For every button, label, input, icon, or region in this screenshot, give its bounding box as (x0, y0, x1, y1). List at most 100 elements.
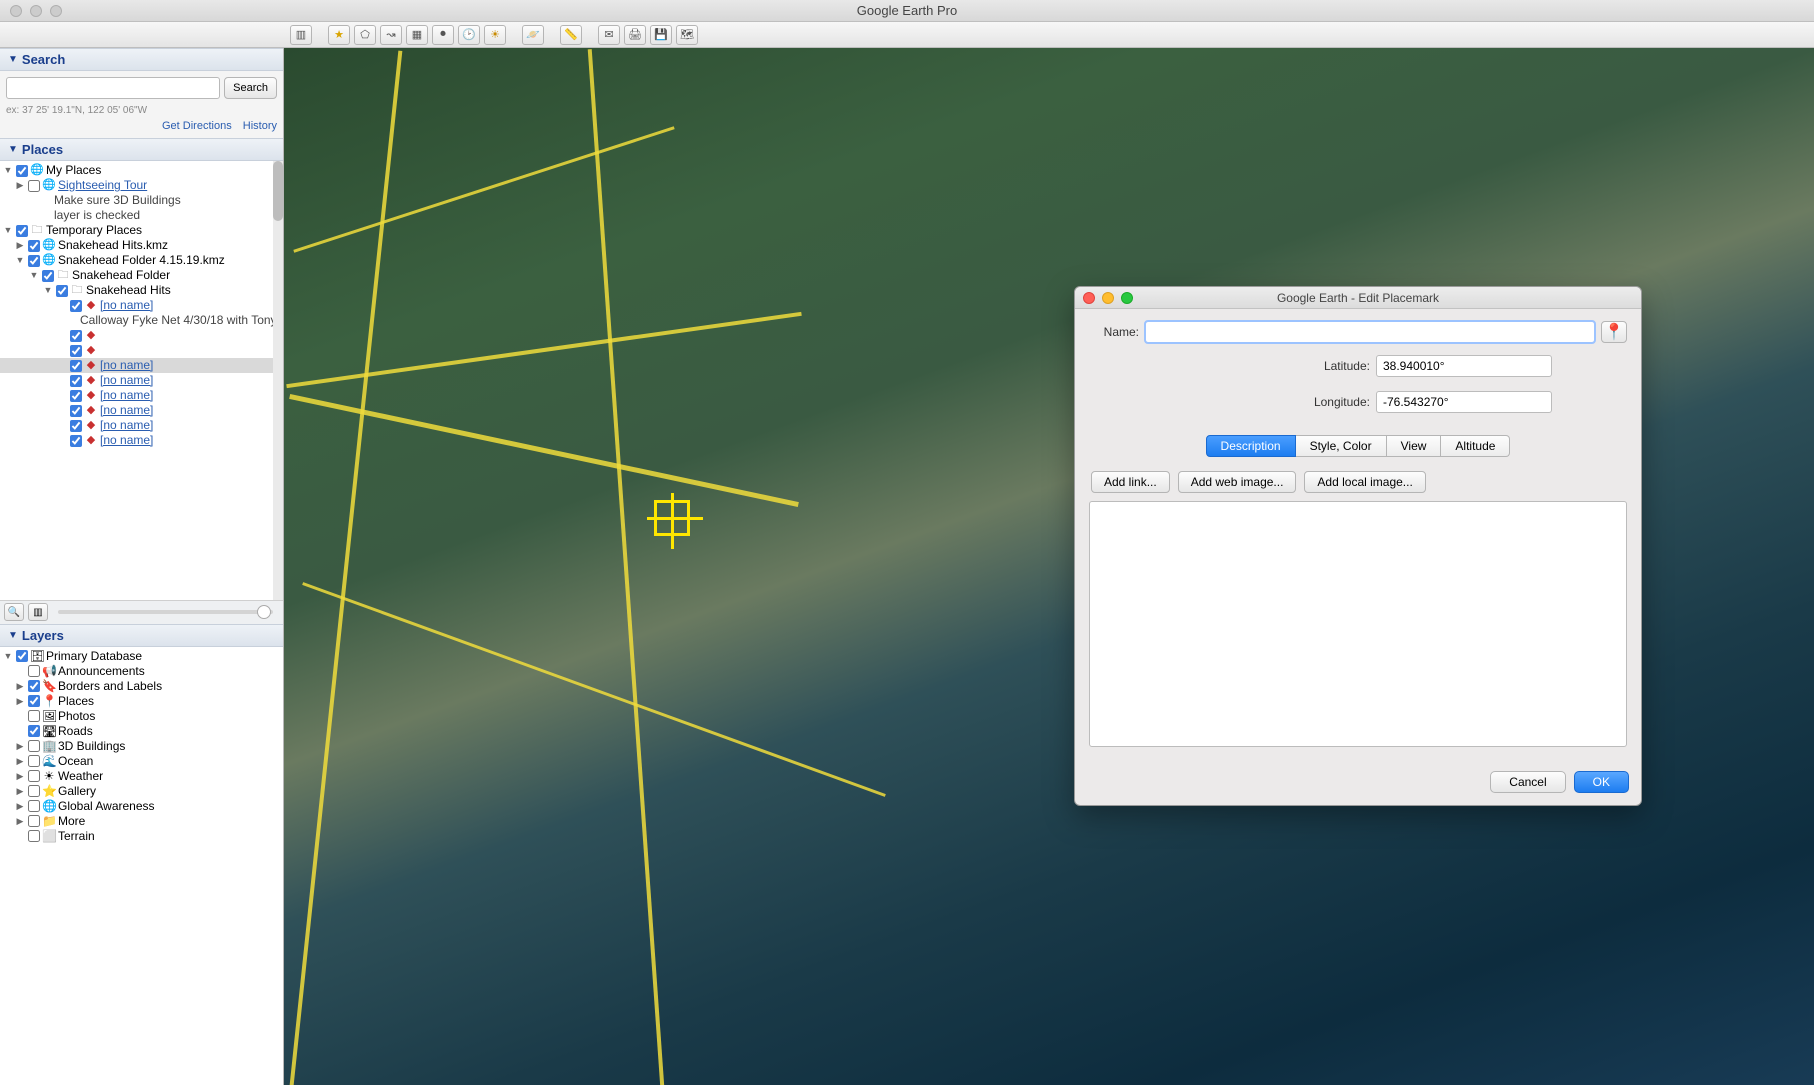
label[interactable]: Sightseeing Tour (58, 178, 147, 193)
tree-row[interactable]: ◆[no name] (0, 358, 283, 373)
checkbox[interactable] (70, 300, 82, 312)
places-panel-toggle-icon[interactable]: ▥ (28, 603, 48, 621)
tree-row[interactable]: ▶🔖Borders and Labels (0, 679, 283, 694)
places-tree[interactable]: ▼🌐 My Places ▶🌐 Sightseeing Tour Make su… (0, 161, 283, 600)
add-web-image-button[interactable]: Add web image... (1178, 471, 1297, 493)
checkbox[interactable] (28, 240, 40, 252)
checkbox[interactable] (42, 270, 54, 282)
label[interactable]: [no name] (100, 433, 153, 448)
search-button[interactable]: Search (224, 77, 277, 99)
checkbox[interactable] (16, 650, 28, 662)
dialog-titlebar[interactable]: Google Earth - Edit Placemark (1075, 287, 1641, 309)
tree-row[interactable]: ▶🌐 Snakehead Hits.kmz (0, 238, 283, 253)
tree-row-temporary[interactable]: ▼🗀 Temporary Places (0, 223, 283, 238)
toolbar-add-path[interactable]: ↝ (380, 25, 402, 45)
checkbox[interactable] (28, 815, 40, 827)
label[interactable]: [no name] (100, 298, 153, 313)
placemark-icon-button[interactable]: 📍 (1601, 321, 1627, 343)
layers-panel-header[interactable]: ▼ Layers (0, 624, 283, 647)
tree-row[interactable]: ◆ (0, 328, 283, 343)
checkbox[interactable] (16, 225, 28, 237)
get-directions-link[interactable]: Get Directions (162, 120, 232, 132)
label[interactable]: [no name] (100, 373, 153, 388)
tree-row-primary-db[interactable]: ▼🗄 Primary Database (0, 649, 283, 664)
toolbar-sunlight[interactable]: ☀ (484, 25, 506, 45)
tab-description[interactable]: Description (1206, 435, 1296, 457)
tree-row[interactable]: ▶🌊Ocean (0, 754, 283, 769)
latitude-input[interactable] (1376, 355, 1552, 377)
checkbox[interactable] (28, 255, 40, 267)
tab-style-color[interactable]: Style, Color (1296, 435, 1387, 457)
tree-row[interactable]: 🛣Roads (0, 724, 283, 739)
name-input[interactable] (1145, 321, 1595, 343)
tree-row[interactable]: ▶📁More (0, 814, 283, 829)
tree-row[interactable]: ▼🌐 Snakehead Folder 4.15.19.kmz (0, 253, 283, 268)
toolbar-save-image[interactable]: 💾 (650, 25, 672, 45)
tab-altitude[interactable]: Altitude (1441, 435, 1510, 457)
toolbar-add-polygon[interactable]: ⬠ (354, 25, 376, 45)
places-search-icon[interactable]: 🔍 (4, 603, 24, 621)
tab-view[interactable]: View (1387, 435, 1442, 457)
tree-row[interactable]: ◆[no name] (0, 388, 283, 403)
toolbar-view-in-maps[interactable]: 🗺 (676, 25, 698, 45)
checkbox[interactable] (28, 770, 40, 782)
label[interactable]: [no name] (100, 388, 153, 403)
tree-row-sightseeing[interactable]: ▶🌐 Sightseeing Tour (0, 178, 283, 193)
tree-row[interactable]: ▼🗀 Snakehead Hits (0, 283, 283, 298)
toolbar-sidebar-toggle[interactable]: ▥ (290, 25, 312, 45)
tree-row[interactable]: ⬜Terrain (0, 829, 283, 844)
checkbox[interactable] (28, 725, 40, 737)
checkbox[interactable] (70, 360, 82, 372)
tree-row[interactable]: ◆[no name] (0, 418, 283, 433)
ok-button[interactable]: OK (1574, 771, 1629, 793)
toolbar-record-tour[interactable]: ⏺ (432, 25, 454, 45)
checkbox[interactable] (70, 405, 82, 417)
checkbox[interactable] (28, 830, 40, 842)
tree-row[interactable]: ▶🏢3D Buildings (0, 739, 283, 754)
checkbox[interactable] (28, 695, 40, 707)
tree-row[interactable]: ▶📍Places (0, 694, 283, 709)
add-link-button[interactable]: Add link... (1091, 471, 1170, 493)
tree-row[interactable]: ▶⭐Gallery (0, 784, 283, 799)
checkbox[interactable] (70, 345, 82, 357)
checkbox[interactable] (70, 330, 82, 342)
toolbar-print[interactable]: 🖨 (624, 25, 646, 45)
longitude-input[interactable] (1376, 391, 1552, 413)
cancel-button[interactable]: Cancel (1490, 771, 1565, 793)
add-local-image-button[interactable]: Add local image... (1304, 471, 1425, 493)
tree-row-my-places[interactable]: ▼🌐 My Places (0, 163, 283, 178)
checkbox[interactable] (70, 375, 82, 387)
toolbar-ruler[interactable]: 📏 (560, 25, 582, 45)
checkbox[interactable] (28, 755, 40, 767)
checkbox[interactable] (28, 665, 40, 677)
history-link[interactable]: History (243, 120, 277, 132)
tree-row[interactable]: ◆[no name] (0, 433, 283, 448)
label[interactable]: [no name] (100, 418, 153, 433)
checkbox[interactable] (16, 165, 28, 177)
search-input[interactable] (6, 77, 220, 99)
tree-row[interactable]: ▶☀Weather (0, 769, 283, 784)
checkbox[interactable] (28, 710, 40, 722)
checkbox[interactable] (70, 390, 82, 402)
tree-row[interactable]: ◆[no name] (0, 373, 283, 388)
opacity-slider[interactable] (58, 610, 273, 614)
map-viewport[interactable]: Google Earth - Edit Placemark Name: 📍 La… (284, 48, 1814, 1085)
checkbox[interactable] (56, 285, 68, 297)
placemark-crosshair-icon[interactable] (654, 500, 690, 536)
toolbar-history-imagery[interactable]: 🕑 (458, 25, 480, 45)
tree-row[interactable]: ◆ (0, 343, 283, 358)
places-panel-header[interactable]: ▼ Places (0, 138, 283, 161)
label[interactable]: [no name] (100, 403, 153, 418)
checkbox[interactable] (28, 785, 40, 797)
description-textarea[interactable] (1089, 501, 1627, 747)
layers-tree[interactable]: ▼🗄 Primary Database 📢Announcements▶🔖Bord… (0, 647, 283, 1085)
checkbox[interactable] (28, 680, 40, 692)
tree-row[interactable]: 📢Announcements (0, 664, 283, 679)
scrollbar-thumb[interactable] (273, 161, 283, 221)
tree-row[interactable]: ▶🌐Global Awareness (0, 799, 283, 814)
toolbar-planet[interactable]: 🪐 (522, 25, 544, 45)
label[interactable]: [no name] (100, 358, 153, 373)
tree-row[interactable]: ▼🗀 Snakehead Folder (0, 268, 283, 283)
slider-knob[interactable] (257, 605, 271, 619)
toolbar-add-placemark[interactable]: ★ (328, 25, 350, 45)
